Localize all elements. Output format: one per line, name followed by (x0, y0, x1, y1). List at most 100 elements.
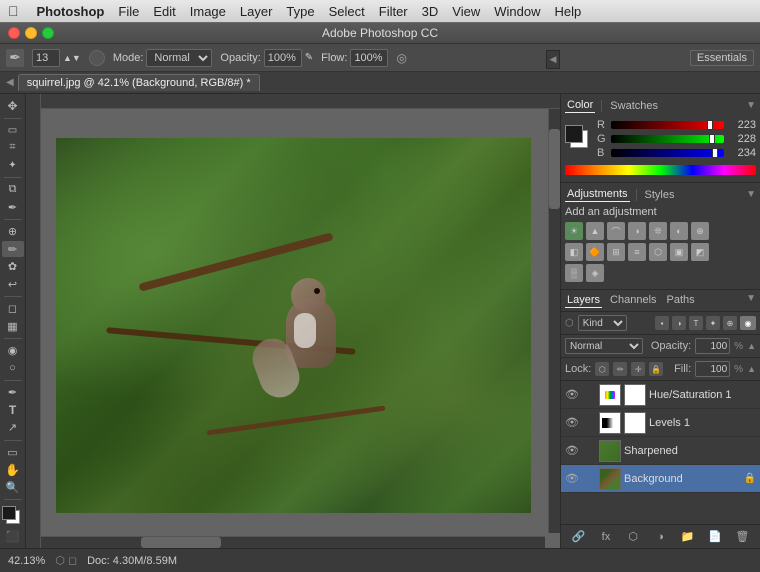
brightness-contrast-icon[interactable]: ☀ (565, 222, 583, 240)
move-tool[interactable]: ✥ (2, 98, 24, 114)
path-select-tool[interactable]: ↗ (2, 420, 24, 436)
eyedropper-tool[interactable]: ✒ (2, 199, 24, 215)
lock-position-icon[interactable]: ✛ (631, 362, 645, 376)
layer-link-icon[interactable] (582, 444, 596, 458)
layers-tab[interactable]: Layers (565, 293, 602, 308)
healing-tool[interactable]: ⊕ (2, 224, 24, 240)
lasso-tool[interactable]: ⌗ (2, 140, 24, 156)
clone-tool[interactable]: ✿ (2, 259, 24, 275)
adj-panel-menu[interactable]: ▼ (746, 189, 756, 200)
gradient-map-icon[interactable]: ▒ (565, 264, 583, 282)
color-tab[interactable]: Color (565, 98, 595, 113)
horizontal-scrollbar[interactable] (41, 536, 545, 548)
red-slider[interactable] (611, 121, 724, 129)
brush-size-input[interactable] (32, 49, 60, 67)
layer-item[interactable]: 👁 Background 🔒 (561, 465, 760, 493)
filter-toggle[interactable]: ◉ (740, 316, 756, 330)
layer-opacity-input[interactable] (695, 338, 730, 354)
layer-mask-btn[interactable]: ⬡ (624, 528, 642, 546)
layer-effects-btn[interactable]: fx (597, 528, 615, 546)
curves-icon[interactable]: ⌒ (607, 222, 625, 240)
filter-adjust-icon[interactable]: ◑ (672, 316, 686, 330)
blur-tool[interactable]: ◉ (2, 343, 24, 359)
color-panel-menu[interactable]: ▼ (746, 100, 756, 111)
layer-delete-btn[interactable]: 🗑 (733, 528, 751, 546)
layer-item[interactable]: 👁 Levels 1 (561, 409, 760, 437)
brush-tool[interactable]: ✏ (2, 241, 24, 257)
fill-arrows[interactable]: ▲ (747, 364, 756, 374)
brush-preset-icon[interactable] (89, 50, 105, 66)
horizontal-scrollbar-thumb[interactable] (141, 537, 221, 548)
color-spectrum-bar[interactable] (565, 165, 756, 175)
flow-input[interactable] (350, 49, 388, 67)
screen-mode-button[interactable]: ⬛ (2, 528, 24, 544)
fg-color-box[interactable] (2, 506, 16, 520)
layer-fill-input[interactable] (695, 361, 730, 377)
layer-new-btn[interactable]: 📄 (706, 528, 724, 546)
menu-3d[interactable]: 3D (422, 4, 439, 19)
lock-transparent-icon[interactable]: ⬡ (595, 362, 609, 376)
shape-tool[interactable]: ▭ (2, 444, 24, 460)
invert-icon[interactable]: ⬡ (649, 243, 667, 261)
lock-pixels-icon[interactable]: ✏ (613, 362, 627, 376)
close-button[interactable] (8, 27, 20, 39)
zoom-tool[interactable]: 🔍 (2, 480, 24, 496)
exposure-icon[interactable]: ◑ (628, 222, 646, 240)
layers-panel-menu[interactable]: ▼ (746, 293, 756, 308)
layer-adjustment-btn[interactable]: ◑ (651, 528, 669, 546)
layer-item[interactable]: 👁 Hue/Saturation 1 (561, 381, 760, 409)
brush-tool-icon[interactable]: ✒ (6, 49, 24, 67)
red-slider-thumb[interactable] (707, 120, 713, 130)
vertical-scrollbar-thumb[interactable] (549, 129, 560, 209)
apple-menu[interactable]:  (8, 3, 19, 19)
mode-select[interactable]: Normal Multiply Screen (146, 49, 212, 67)
eraser-tool[interactable]: ◻ (2, 301, 24, 317)
pen-tool[interactable]: ✒ (2, 385, 24, 401)
vertical-scrollbar[interactable] (548, 109, 560, 533)
layer-link-icon[interactable] (582, 388, 596, 402)
filter-type-btn[interactable]: T (689, 316, 703, 330)
layer-eye-icon[interactable]: 👁 (565, 388, 579, 402)
menu-image[interactable]: Image (190, 4, 226, 19)
history-brush-tool[interactable]: ↩ (2, 277, 24, 293)
green-slider-thumb[interactable] (709, 134, 715, 144)
gradient-tool[interactable]: ▦ (2, 319, 24, 335)
type-tool[interactable]: T (2, 402, 24, 418)
maximize-button[interactable] (42, 27, 54, 39)
photo-filter-icon[interactable]: 🔶 (586, 243, 604, 261)
selective-color-icon[interactable]: ◈ (586, 264, 604, 282)
minimize-button[interactable] (25, 27, 37, 39)
blue-slider[interactable] (611, 149, 724, 157)
bw-icon[interactable]: ◧ (565, 243, 583, 261)
channel-mixer-icon[interactable]: ⊞ (607, 243, 625, 261)
menu-select[interactable]: Select (329, 4, 365, 19)
dodge-tool[interactable]: ○ (2, 360, 24, 376)
hue-saturation-icon[interactable]: ◐ (670, 222, 688, 240)
layer-eye-icon[interactable]: 👁 (565, 444, 579, 458)
menu-window[interactable]: Window (494, 4, 540, 19)
layer-eye-icon[interactable]: 👁 (565, 472, 579, 486)
opacity-input[interactable] (264, 49, 302, 67)
hand-tool[interactable]: ✋ (2, 462, 24, 478)
marquee-tool[interactable]: ▭ (2, 122, 24, 138)
menu-help[interactable]: Help (554, 4, 581, 19)
layer-link-icon[interactable] (582, 416, 596, 430)
menu-view[interactable]: View (452, 4, 480, 19)
quickselect-tool[interactable]: ✦ (2, 158, 24, 174)
app-name[interactable]: Photoshop (37, 4, 105, 19)
posterize-icon[interactable]: ▣ (670, 243, 688, 261)
canvas-area[interactable] (26, 94, 560, 548)
layer-eye-icon[interactable]: 👁 (565, 416, 579, 430)
filter-smart-icon[interactable]: ⊕ (723, 316, 737, 330)
image-canvas[interactable] (56, 138, 531, 513)
layer-group-btn[interactable]: 📁 (679, 528, 697, 546)
menu-layer[interactable]: Layer (240, 4, 273, 19)
colorbalance-icon[interactable]: ⊕ (691, 222, 709, 240)
menu-edit[interactable]: Edit (153, 4, 175, 19)
styles-tab[interactable]: Styles (643, 188, 677, 202)
color-selector[interactable] (2, 506, 24, 524)
nav-back-icon[interactable]: ◀ (6, 77, 14, 88)
menu-type[interactable]: Type (286, 4, 314, 19)
filter-shape-icon[interactable]: ✦ (706, 316, 720, 330)
fg-color-swatch[interactable] (565, 125, 583, 143)
